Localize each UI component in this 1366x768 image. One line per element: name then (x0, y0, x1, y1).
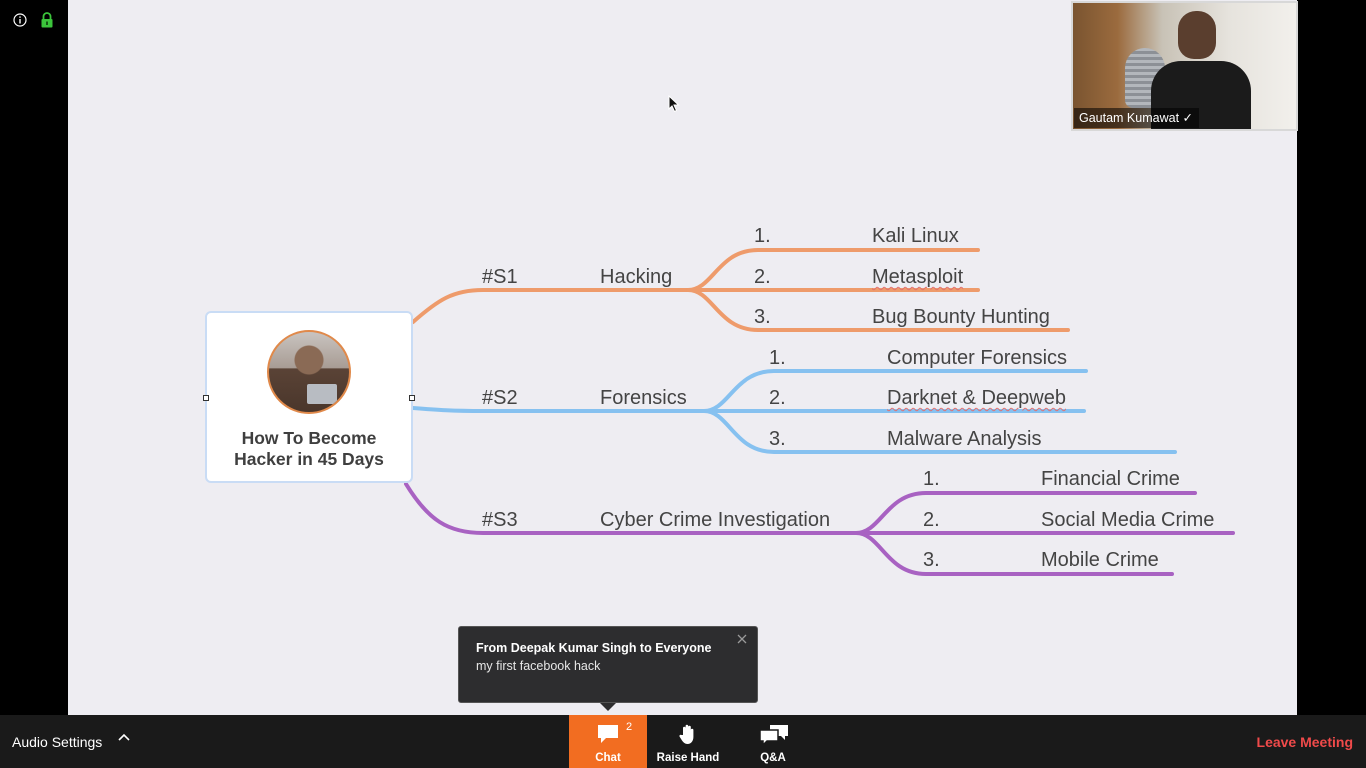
mindmap-central-topic[interactable]: How To Become Hacker in 45 Days (205, 311, 413, 483)
branch-s3-item1-num: 1. (923, 468, 940, 490)
selection-handle-left[interactable] (203, 395, 209, 401)
branch-s3-item3-num: 3. (923, 549, 940, 571)
chat-button-label: Chat (595, 752, 621, 764)
branch-s1-item3-label: Bug Bounty Hunting (872, 306, 1050, 328)
chat-sender: From Deepak Kumar Singh to Everyone (476, 641, 712, 655)
branch-s1-item2-num: 2. (754, 266, 771, 288)
branch-s3-topic: Cyber Crime Investigation (600, 509, 831, 531)
chat-notification-popup[interactable]: From Deepak Kumar Singh to Everyone my f… (458, 626, 758, 711)
branch-s1-item1-label: Kali Linux (872, 225, 959, 247)
audio-settings-button[interactable]: Audio Settings (12, 734, 102, 750)
branch-s1-item3-num: 3. (754, 306, 771, 328)
branch-s3-tag: #S3 (482, 509, 518, 531)
chat-message: my first facebook hack (476, 659, 601, 673)
branch-s2-topic: Forensics (600, 387, 687, 409)
close-icon[interactable] (736, 633, 748, 645)
branch-s2-tag: #S2 (482, 387, 518, 409)
branch-s3-item2-label: Social Media Crime (1041, 509, 1215, 531)
chevron-up-icon[interactable] (117, 731, 131, 745)
info-icon[interactable] (13, 13, 27, 27)
branch-s1-item1-num: 1. (754, 225, 771, 247)
branch-s1-topic: Hacking (600, 266, 673, 288)
branch-s3-item2-num: 2. (923, 509, 940, 531)
central-topic-line-2: Hacker in 45 Days (234, 449, 384, 469)
qa-label: Q&A (760, 752, 786, 764)
central-topic-title: How To Become Hacker in 45 Days (207, 428, 411, 470)
raise-hand-button[interactable]: Raise Hand (650, 715, 726, 768)
chat-icon (598, 725, 618, 743)
branch-s2-item2-num: 2. (769, 387, 786, 409)
chat-unread-badge: 2 (626, 721, 633, 733)
meeting-toolbar: Audio Settings 2 Chat Raise Hand Q&A Lea… (0, 715, 1366, 768)
participant-video-tile[interactable]: Gautam Kumawat ✓ (1071, 1, 1298, 131)
raise-hand-label: Raise Hand (656, 752, 720, 764)
branch-s2-item1-label: Computer Forensics (887, 347, 1068, 369)
central-topic-line-1: How To Become (241, 428, 377, 448)
selection-handle-right[interactable] (409, 395, 415, 401)
chat-button[interactable]: 2 Chat (569, 715, 647, 768)
branch-s1-line (411, 288, 690, 324)
right-strip (1297, 0, 1366, 715)
raise-hand-icon (679, 724, 694, 744)
branch-s1-tag: #S1 (482, 266, 518, 288)
participant-name: Gautam Kumawat ✓ (1074, 108, 1199, 128)
branch-s3-item3-label: Mobile Crime (1041, 549, 1159, 571)
branch-s1-item2-label: Metasploit (872, 266, 964, 288)
qa-button[interactable]: Q&A (736, 715, 810, 768)
presenter-avatar (267, 330, 351, 414)
branch-s2-item3-label: Malware Analysis (887, 428, 1042, 450)
lock-icon[interactable] (40, 12, 54, 28)
leave-meeting-button[interactable]: Leave Meeting (1257, 734, 1353, 750)
branch-s2-item3-num: 3. (769, 428, 786, 450)
qa-icon (759, 725, 788, 747)
branch-s3-item1-label: Financial Crime (1041, 468, 1180, 490)
branch-s2-item2-label: Darknet & Deepweb (887, 387, 1066, 409)
zoom-meeting-window: How To Become Hacker in 45 Days #S1 Hack… (0, 0, 1366, 768)
participant-head-graphic (1178, 11, 1216, 59)
branch-s2-item1-num: 1. (769, 347, 786, 369)
mouse-cursor-icon (668, 95, 680, 113)
left-strip (0, 0, 68, 715)
laptop-graphic (307, 384, 337, 404)
